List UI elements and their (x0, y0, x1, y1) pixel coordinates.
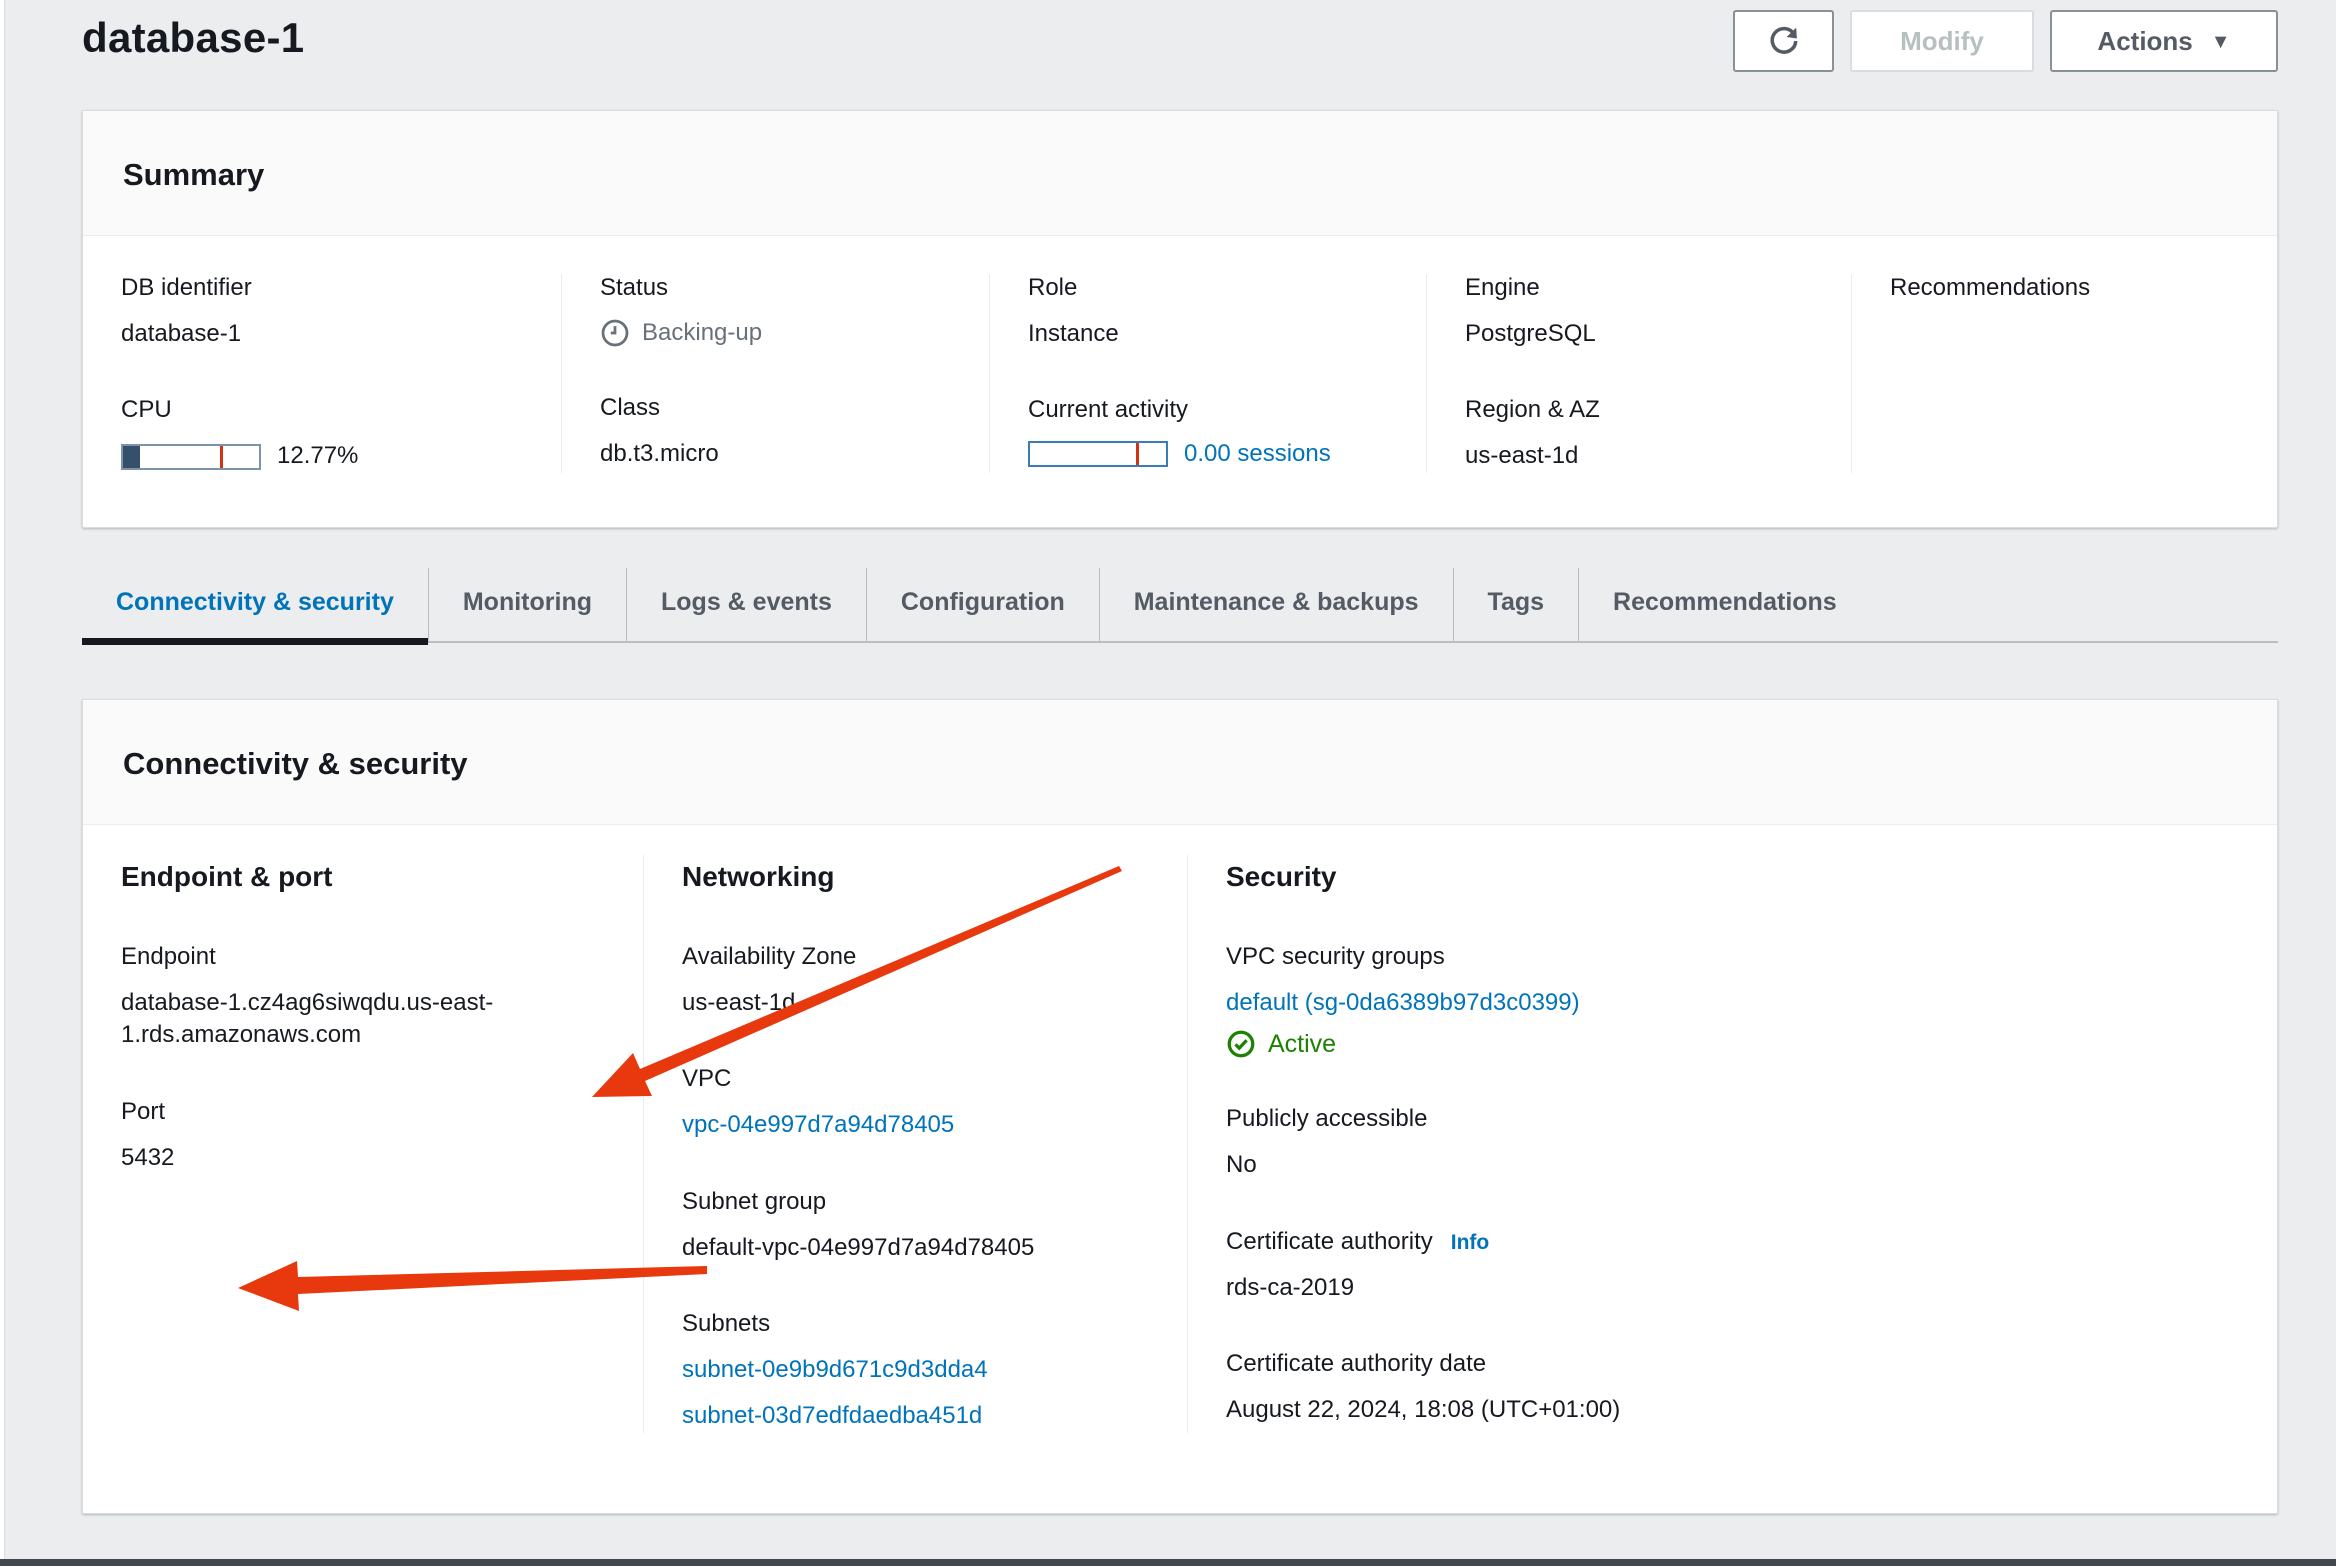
summary-col-role: Role Instance Current activity 0.00 sess… (989, 274, 1426, 473)
actions-button-label: Actions (2097, 26, 2192, 57)
cpu-bar-fill (123, 446, 140, 468)
summary-col-identifier: DB identifier database-1 CPU 12.77% (83, 274, 561, 473)
security-column: Security VPC security groups default (sg… (1187, 855, 2277, 1433)
networking-title: Networking (682, 861, 1149, 893)
check-circle-icon (1226, 1029, 1256, 1059)
region-az-value: us-east-1d (1465, 440, 1813, 472)
header-buttons: Modify Actions ▼ (1733, 10, 2278, 72)
connectivity-card-header: Connectivity & security (83, 700, 2277, 825)
class-value: db.t3.micro (600, 438, 951, 470)
connectivity-body: Endpoint & port Endpoint database-1.cz4a… (83, 825, 2277, 1513)
status-value: Backing-up (642, 319, 762, 347)
subnet-link[interactable]: subnet-03d7edfdaedba451d (682, 1402, 982, 1429)
certificate-authority-date-label: Certificate authority date (1226, 1350, 2239, 1378)
page-title: database-1 (82, 14, 304, 62)
summary-body: DB identifier database-1 CPU 12.77% Stat… (83, 236, 2277, 527)
refresh-icon (1767, 24, 1801, 58)
cpu-percent-text: 12.77% (277, 440, 358, 472)
role-label: Role (1028, 274, 1388, 302)
summary-card: Summary DB identifier database-1 CPU 12.… (82, 110, 2278, 528)
detail-tabs: Connectivity & security Monitoring Logs … (82, 568, 2278, 643)
certificate-authority-label: Certificate authority (1226, 1228, 1433, 1256)
engine-value: PostgreSQL (1465, 318, 1813, 350)
networking-column: Networking Availability Zone us-east-1d … (643, 855, 1187, 1433)
class-label: Class (600, 394, 951, 422)
security-title: Security (1226, 861, 2239, 893)
clock-icon (600, 318, 630, 348)
actions-button[interactable]: Actions ▼ (2050, 10, 2278, 72)
vpc-security-groups-label: VPC security groups (1226, 943, 2239, 971)
left-edge-strip (0, 0, 5, 1566)
cpu-meter-track (121, 444, 261, 470)
current-activity-meter: 0.00 sessions (1028, 440, 1388, 468)
availability-zone-value: us-east-1d (682, 987, 1149, 1019)
endpoint-port-column: Endpoint & port Endpoint database-1.cz4a… (83, 855, 643, 1433)
chevron-down-icon: ▼ (2211, 31, 2231, 54)
modify-button-label: Modify (1900, 26, 1984, 57)
sessions-meter-track (1028, 441, 1168, 467)
tab-maintenance-backups[interactable]: Maintenance & backups (1099, 568, 1453, 641)
availability-zone-label: Availability Zone (682, 943, 1149, 971)
security-group-status: Active (1226, 1029, 2239, 1059)
cpu-meter: 12.77% (121, 440, 523, 472)
db-identifier-value: database-1 (121, 318, 523, 350)
page-header: database-1 Modify Actions ▼ (82, 0, 2278, 72)
certificate-authority-date-value: August 22, 2024, 18:08 (UTC+01:00) (1226, 1394, 2239, 1426)
publicly-accessible-label: Publicly accessible (1226, 1105, 2239, 1133)
region-az-label: Region & AZ (1465, 396, 1813, 424)
role-value: Instance (1028, 318, 1388, 350)
current-activity-label: Current activity (1028, 396, 1388, 424)
tab-logs-events[interactable]: Logs & events (626, 568, 866, 641)
port-label: Port (121, 1098, 605, 1126)
info-link[interactable]: Info (1451, 1231, 1489, 1255)
summary-col-engine: Engine PostgreSQL Region & AZ us-east-1d (1426, 274, 1851, 473)
summary-col-status: Status Backing-up Class db.t3.micro (561, 274, 989, 473)
window-bottom-edge (0, 1559, 2336, 1566)
security-group-link[interactable]: default (sg-0da6389b97d3c0399) (1226, 989, 1580, 1016)
tab-recommendations[interactable]: Recommendations (1578, 568, 1871, 641)
cpu-label: CPU (121, 396, 523, 424)
tab-configuration[interactable]: Configuration (866, 568, 1099, 641)
endpoint-port-title: Endpoint & port (121, 861, 605, 893)
refresh-button[interactable] (1733, 10, 1834, 72)
summary-card-header: Summary (83, 111, 2277, 236)
cpu-threshold-marker (220, 446, 223, 468)
summary-col-recommendations: Recommendations (1851, 274, 2277, 473)
sessions-threshold-marker (1136, 443, 1139, 465)
status-label: Status (600, 274, 951, 302)
endpoint-value: database-1.cz4ag6siwqdu.us-east-1.rds.am… (121, 987, 573, 1052)
endpoint-label: Endpoint (121, 943, 605, 971)
subnet-group-value: default-vpc-04e997d7a94d78405 (682, 1232, 1149, 1264)
publicly-accessible-value: No (1226, 1149, 2239, 1181)
tab-monitoring[interactable]: Monitoring (428, 568, 626, 641)
tab-tags[interactable]: Tags (1453, 568, 1579, 641)
security-group-status-text: Active (1268, 1030, 1336, 1059)
summary-title: Summary (123, 157, 2237, 193)
subnets-label: Subnets (682, 1310, 1149, 1338)
port-value: 5432 (121, 1142, 605, 1174)
vpc-link[interactable]: vpc-04e997d7a94d78405 (682, 1111, 954, 1138)
recommendations-label: Recommendations (1890, 274, 2239, 302)
tab-connectivity-security[interactable]: Connectivity & security (82, 568, 428, 641)
subnet-link[interactable]: subnet-0e9b9d671c9d3dda4 (682, 1356, 988, 1383)
certificate-authority-value: rds-ca-2019 (1226, 1272, 2239, 1304)
engine-label: Engine (1465, 274, 1813, 302)
subnet-group-label: Subnet group (682, 1188, 1149, 1216)
sessions-link[interactable]: 0.00 sessions (1184, 440, 1331, 468)
connectivity-card: Connectivity & security Endpoint & port … (82, 699, 2278, 1514)
vpc-label: VPC (682, 1065, 1149, 1093)
modify-button[interactable]: Modify (1850, 10, 2034, 72)
status-value-line: Backing-up (600, 318, 951, 348)
db-identifier-label: DB identifier (121, 274, 523, 302)
connectivity-title: Connectivity & security (123, 746, 2237, 782)
